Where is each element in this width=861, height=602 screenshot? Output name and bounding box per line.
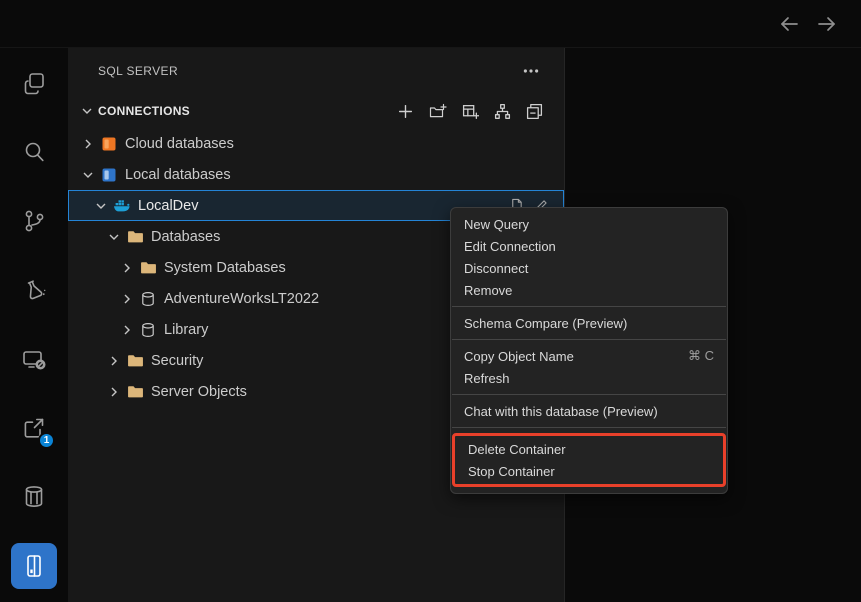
connect-icon[interactable] bbox=[493, 102, 512, 121]
connections-section-header[interactable]: CONNECTIONS bbox=[68, 94, 564, 128]
menu-item-new-query[interactable]: New Query bbox=[451, 213, 727, 235]
folder-icon bbox=[138, 259, 158, 276]
container-barrel-icon[interactable] bbox=[0, 462, 68, 531]
menu-separator bbox=[452, 394, 726, 395]
tree-item-cloud-databases[interactable]: Cloud databases bbox=[68, 128, 564, 159]
menu-item-edit-connection[interactable]: Edit Connection bbox=[451, 235, 727, 257]
tree-item-label: Databases bbox=[151, 229, 220, 245]
database-icon bbox=[138, 291, 158, 307]
chevron-right-icon[interactable] bbox=[118, 291, 136, 307]
tree-item-label: AdventureWorksLT2022 bbox=[164, 291, 319, 307]
menu-item-stop-container[interactable]: Stop Container bbox=[455, 460, 723, 482]
menu-separator bbox=[452, 339, 726, 340]
tree-item-label: System Databases bbox=[164, 260, 286, 276]
chevron-right-icon[interactable] bbox=[79, 136, 97, 152]
shortcut-hint: ⌘ C bbox=[688, 348, 714, 364]
annotation-highlight-box: Delete Container Stop Container bbox=[452, 433, 726, 487]
tree-item-label: Cloud databases bbox=[125, 136, 234, 152]
database-icon bbox=[138, 322, 158, 338]
new-server-group-icon[interactable] bbox=[461, 102, 480, 121]
folder-icon bbox=[125, 383, 145, 400]
menu-item-delete-container[interactable]: Delete Container bbox=[455, 438, 723, 460]
add-connection-icon[interactable] bbox=[396, 102, 415, 121]
chevron-right-icon[interactable] bbox=[105, 384, 123, 400]
source-control-icon[interactable] bbox=[0, 186, 68, 255]
menu-item-disconnect[interactable]: Disconnect bbox=[451, 257, 727, 279]
folder-icon bbox=[125, 228, 145, 245]
export-box-icon[interactable]: 1 bbox=[0, 393, 68, 462]
back-arrow-icon[interactable] bbox=[777, 12, 801, 36]
title-bar bbox=[0, 0, 861, 48]
menu-item-remove[interactable]: Remove bbox=[451, 279, 727, 301]
menu-item-schema-compare[interactable]: Schema Compare (Preview) bbox=[451, 312, 727, 334]
menu-item-refresh[interactable]: Refresh bbox=[451, 367, 727, 389]
chevron-down-icon[interactable] bbox=[79, 167, 97, 183]
tree-item-label: Server Objects bbox=[151, 384, 247, 400]
chevron-down-icon bbox=[78, 103, 96, 119]
chevron-right-icon[interactable] bbox=[105, 353, 123, 369]
folder-icon bbox=[125, 352, 145, 369]
section-label: CONNECTIONS bbox=[98, 104, 190, 118]
new-connection-group-icon[interactable] bbox=[428, 102, 448, 121]
tree-item-local-databases[interactable]: Local databases bbox=[68, 159, 564, 190]
tree-item-label: Library bbox=[164, 322, 208, 338]
chevron-right-icon[interactable] bbox=[118, 322, 136, 338]
chevron-down-icon[interactable] bbox=[105, 229, 123, 245]
collapse-all-icon[interactable] bbox=[525, 102, 544, 121]
tree-item-label: LocalDev bbox=[138, 198, 198, 214]
section-toolbar bbox=[396, 102, 544, 121]
menu-separator bbox=[452, 306, 726, 307]
sql-server-icon[interactable] bbox=[0, 531, 68, 600]
search-icon[interactable] bbox=[0, 117, 68, 186]
local-database-icon bbox=[99, 167, 119, 183]
copy-icon[interactable] bbox=[0, 48, 68, 117]
tree-item-label: Local databases bbox=[125, 167, 231, 183]
more-actions-icon[interactable] bbox=[522, 62, 540, 80]
remote-screen-icon[interactable] bbox=[0, 324, 68, 393]
badge-count: 1 bbox=[38, 432, 55, 449]
cloud-database-icon bbox=[99, 136, 119, 152]
sidebar-header: SQL SERVER bbox=[68, 48, 564, 94]
chevron-down-icon[interactable] bbox=[92, 198, 110, 214]
docker-icon bbox=[112, 198, 132, 213]
context-menu: New Query Edit Connection Disconnect Rem… bbox=[450, 207, 728, 494]
menu-item-chat-with-database[interactable]: Chat with this database (Preview) bbox=[451, 400, 727, 422]
beaker-icon[interactable] bbox=[0, 255, 68, 324]
menu-item-copy-object-name[interactable]: Copy Object Name ⌘ C bbox=[451, 345, 727, 367]
tree-item-label: Security bbox=[151, 353, 203, 369]
app-window: 1 SQL SERVER CONNECTIONS bbox=[0, 0, 861, 602]
forward-arrow-icon[interactable] bbox=[815, 12, 839, 36]
panel-title: SQL SERVER bbox=[98, 64, 522, 78]
chevron-right-icon[interactable] bbox=[118, 260, 136, 276]
menu-separator bbox=[452, 427, 726, 428]
activity-bar: 1 bbox=[0, 48, 68, 602]
